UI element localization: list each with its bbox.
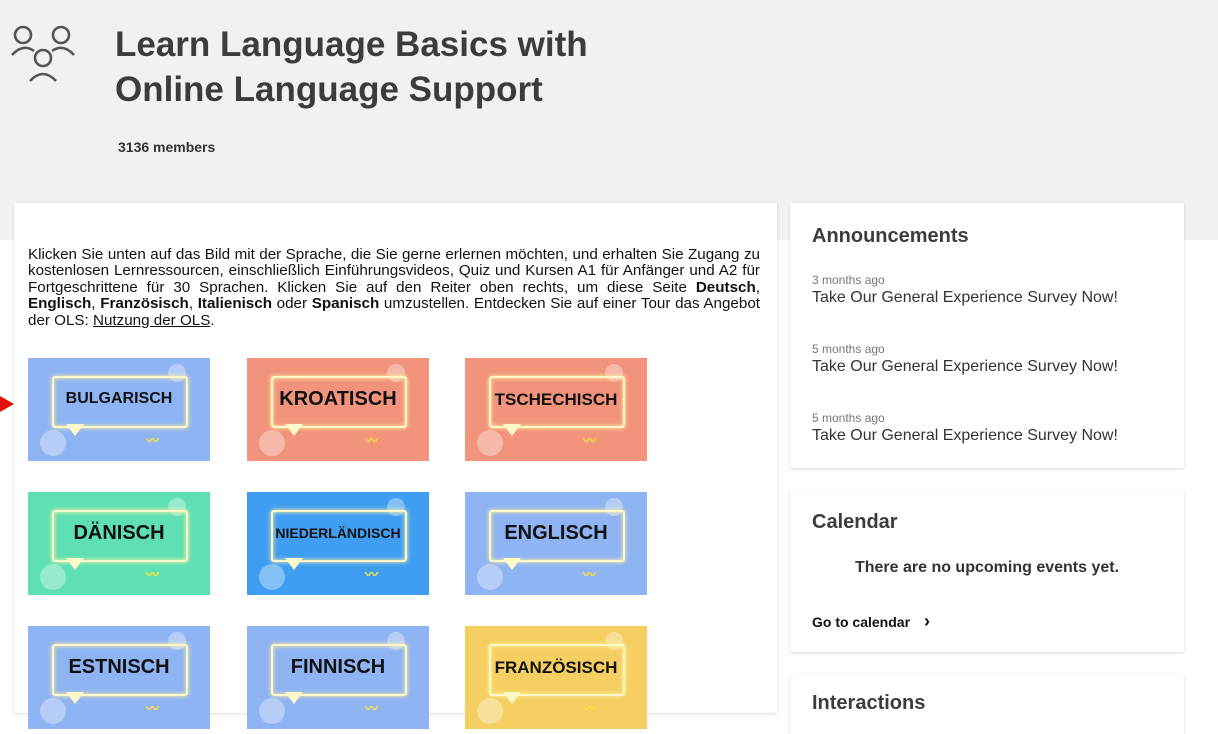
language-tile[interactable]: 〰 DÄNISCH bbox=[28, 492, 210, 595]
calendar-card: Calendar There are no upcoming events ye… bbox=[790, 489, 1184, 652]
language-tile-label: ENGLISCH bbox=[504, 522, 608, 544]
intro-or: oder bbox=[271, 295, 312, 313]
calendar-title: Calendar bbox=[812, 511, 898, 533]
speech-bubble-tail bbox=[503, 692, 521, 704]
decoration-dot bbox=[259, 430, 285, 456]
intro-end: . bbox=[210, 311, 215, 329]
intro-lang-de: Deutsch bbox=[695, 278, 756, 296]
language-tile[interactable]: 〰 BULGARISCH bbox=[28, 358, 210, 461]
zigzag-decoration-icon: 〰 bbox=[583, 701, 597, 716]
member-count: 3136 members bbox=[118, 139, 216, 155]
zigzag-decoration-icon: 〰 bbox=[146, 567, 160, 582]
decoration-dot bbox=[477, 564, 503, 590]
decoration-dot bbox=[259, 698, 285, 724]
ols-usage-link[interactable]: Nutzung der OLS bbox=[93, 312, 210, 329]
language-tile[interactable]: 〰 FRANZÖSISCH bbox=[465, 626, 647, 729]
page-title-line1: Learn Language Basics with bbox=[115, 25, 588, 64]
zigzag-decoration-icon: 〰 bbox=[146, 701, 160, 716]
announcements-title: Announcements bbox=[812, 225, 969, 247]
pointer-arrow-icon bbox=[0, 396, 14, 412]
intro-lang-fr: Französisch bbox=[100, 295, 189, 313]
intro-part1: Klicken Sie unten auf das Bild mit der S… bbox=[28, 246, 760, 296]
zigzag-decoration-icon: 〰 bbox=[583, 433, 597, 448]
language-tile[interactable]: 〰 TSCHECHISCH bbox=[465, 358, 647, 461]
speech-bubble-tail bbox=[285, 424, 303, 436]
interactions-card: Interactions bbox=[790, 674, 1184, 734]
language-tile-label: FINNISCH bbox=[290, 656, 386, 678]
language-tile[interactable]: 〰 ESTNISCH bbox=[28, 626, 210, 729]
announcement-time: 5 months ago bbox=[812, 411, 885, 425]
intro-sep: , bbox=[188, 295, 198, 313]
zigzag-decoration-icon: 〰 bbox=[365, 701, 379, 716]
speech-bubble-tail bbox=[66, 424, 84, 436]
speech-bubble-tail bbox=[285, 558, 303, 570]
language-tile[interactable]: 〰 ENGLISCH bbox=[465, 492, 647, 595]
language-tile-label: DÄNISCH bbox=[73, 522, 165, 544]
go-to-calendar-link[interactable]: Go to calendar › bbox=[812, 611, 930, 632]
calendar-empty-message: There are no upcoming events yet. bbox=[854, 559, 1120, 576]
announcement-time: 5 months ago bbox=[812, 342, 885, 356]
announcement-link[interactable]: Take Our General Experience Survey Now! bbox=[812, 427, 1118, 445]
chevron-right-icon: › bbox=[924, 611, 931, 631]
zigzag-decoration-icon: 〰 bbox=[365, 433, 379, 448]
zigzag-decoration-icon: 〰 bbox=[583, 567, 597, 582]
language-tile[interactable]: 〰 FINNISCH bbox=[247, 626, 429, 729]
speech-bubble-tail bbox=[503, 558, 521, 570]
language-tile[interactable]: 〰 NIEDERLÄNDISCH bbox=[247, 492, 429, 595]
announcement-link[interactable]: Take Our General Experience Survey Now! bbox=[812, 358, 1118, 376]
language-tile-label: BULGARISCH bbox=[65, 390, 173, 407]
decoration-dot bbox=[40, 564, 66, 590]
page-title-line2: Online Language Support bbox=[115, 70, 543, 109]
language-tile-label: ESTNISCH bbox=[68, 656, 170, 678]
decoration-dot bbox=[477, 430, 503, 456]
page-title: Learn Language Basics with Online Langua… bbox=[115, 22, 588, 112]
announcements-card: Announcements 3 months ago Take Our Gene… bbox=[790, 203, 1184, 468]
zigzag-decoration-icon: 〰 bbox=[365, 567, 379, 582]
intro-lang-en: Englisch bbox=[28, 295, 92, 313]
decoration-dot bbox=[477, 698, 503, 724]
decoration-dot bbox=[40, 430, 66, 456]
language-tile-label: TSCHECHISCH bbox=[494, 389, 618, 409]
zigzag-decoration-icon: 〰 bbox=[146, 433, 160, 448]
intro-lang-it: Italienisch bbox=[197, 295, 272, 313]
announcement-link[interactable]: Take Our General Experience Survey Now! bbox=[812, 289, 1118, 307]
main-content-card: Klicken Sie unten auf das Bild mit der S… bbox=[14, 203, 777, 729]
language-tile[interactable]: 〰 KROATISCH bbox=[247, 358, 429, 461]
speech-bubble-tail bbox=[285, 692, 303, 704]
interactions-title: Interactions bbox=[812, 692, 926, 714]
decoration-dot bbox=[40, 698, 66, 724]
speech-bubble-tail bbox=[503, 424, 521, 436]
intro-lang-es: Spanisch bbox=[311, 295, 380, 313]
intro-sep: , bbox=[755, 278, 760, 296]
speech-bubble-tail bbox=[66, 692, 84, 704]
intro-text: Klicken Sie unten auf das Bild mit der S… bbox=[28, 246, 760, 329]
language-tile-label: FRANZÖSISCH bbox=[494, 657, 618, 677]
language-tile-label: NIEDERLÄNDISCH bbox=[275, 525, 401, 541]
speech-bubble-tail bbox=[66, 558, 84, 570]
go-to-calendar-label: Go to calendar bbox=[812, 614, 911, 630]
group-icon bbox=[11, 25, 75, 82]
announcement-time: 3 months ago bbox=[812, 273, 885, 287]
intro-sep: , bbox=[91, 295, 101, 313]
language-tile-label: KROATISCH bbox=[279, 388, 397, 410]
decoration-dot bbox=[259, 564, 285, 590]
